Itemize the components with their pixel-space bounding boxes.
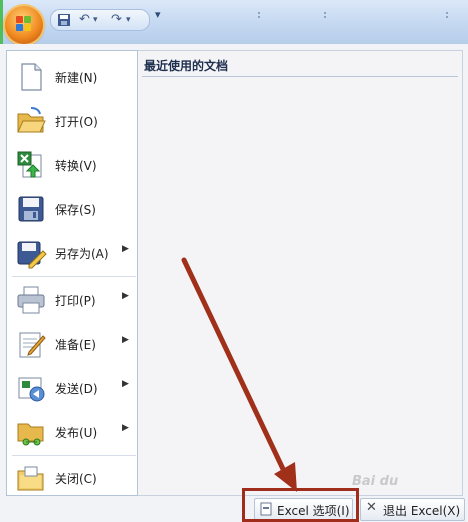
menu-item-label: 打印(P) [55, 294, 96, 308]
watermark: Bai du [352, 474, 399, 489]
open-folder-icon [17, 107, 46, 133]
title-ornament [324, 12, 326, 14]
publish-icon [17, 423, 44, 446]
customize-toolbar-icon[interactable]: ▾ [155, 8, 161, 21]
menu-item-label: 发布(U) [55, 426, 98, 440]
menu-item-label: 保存(S) [55, 203, 96, 217]
redo-icon[interactable]: ↷ [111, 11, 122, 29]
submenu-arrow-icon: ▶ [122, 423, 129, 433]
recent-documents-panel: 最近使用的文档 [138, 50, 463, 496]
exit-excel-label: 退出 Excel(X) [383, 504, 461, 518]
menu-item-publish[interactable]: 发布(U) ▶ [7, 410, 137, 454]
menu-item-save[interactable]: 保存(S) [7, 187, 137, 231]
menu-item-print[interactable]: 打印(P) ▶ [7, 278, 137, 322]
title-ornament [446, 12, 448, 14]
save-icon[interactable] [57, 11, 71, 29]
recent-documents-divider [142, 76, 458, 77]
menu-item-label: 打开(O) [55, 115, 98, 129]
highlight-box [242, 488, 359, 522]
submenu-arrow-icon: ▶ [122, 291, 129, 301]
submenu-arrow-icon: ▶ [122, 335, 129, 345]
redo-dropdown-icon[interactable]: ▾ [126, 11, 131, 29]
menu-footer: Excel 选项(I) ✕ 退出 Excel(X) [0, 494, 468, 522]
send-icon [18, 377, 45, 402]
title-ornament [446, 16, 448, 18]
menu-item-open[interactable]: 打开(O) [7, 99, 137, 143]
submenu-arrow-icon: ▶ [122, 244, 129, 254]
save-as-icon [17, 241, 47, 269]
undo-icon[interactable]: ↶ [79, 11, 90, 29]
save-icon [18, 196, 44, 222]
new-document-icon [21, 63, 42, 91]
submenu-arrow-icon: ▶ [122, 379, 129, 389]
menu-item-label: 另存为(A) [55, 247, 109, 261]
close-folder-icon [17, 466, 44, 491]
title-ornament [324, 16, 326, 18]
window-edge [0, 0, 3, 44]
exit-excel-button[interactable]: ✕ 退出 Excel(X) [360, 498, 465, 521]
title-ornament [258, 16, 260, 18]
quick-access-toolbar: ↶ ▾ ↷ ▾ [50, 9, 150, 31]
office-logo-icon [16, 16, 32, 32]
close-icon: ✕ [366, 500, 377, 515]
menu-item-label: 转换(V) [55, 159, 97, 173]
convert-icon [17, 151, 42, 178]
title-bar: ↶ ▾ ↷ ▾ ▾ [0, 0, 468, 45]
prepare-icon [19, 332, 46, 358]
printer-icon [17, 286, 45, 314]
recent-documents-title: 最近使用的文档 [144, 59, 229, 73]
menu-item-label: 发送(D) [55, 382, 98, 396]
menu-item-convert[interactable]: 转换(V) [7, 143, 137, 187]
title-ornament [258, 12, 260, 14]
menu-command-list: 新建(N) 打开(O) 转换(V) 保存(S) 另存为(A) ▶ 打印(P) ▶… [6, 50, 138, 496]
menu-item-label: 关闭(C) [55, 472, 97, 486]
undo-dropdown-icon[interactable]: ▾ [93, 11, 98, 29]
menu-item-save-as[interactable]: 另存为(A) ▶ [7, 231, 137, 275]
menu-item-new[interactable]: 新建(N) [7, 55, 137, 99]
menu-item-label: 准备(E) [55, 338, 96, 352]
menu-item-label: 新建(N) [55, 71, 98, 85]
menu-item-send[interactable]: 发送(D) ▶ [7, 366, 137, 410]
office-menu: 新建(N) 打开(O) 转换(V) 保存(S) 另存为(A) ▶ 打印(P) ▶… [0, 44, 468, 522]
menu-separator [12, 276, 136, 277]
menu-item-prepare[interactable]: 准备(E) ▶ [7, 322, 137, 366]
office-button[interactable] [5, 6, 43, 44]
